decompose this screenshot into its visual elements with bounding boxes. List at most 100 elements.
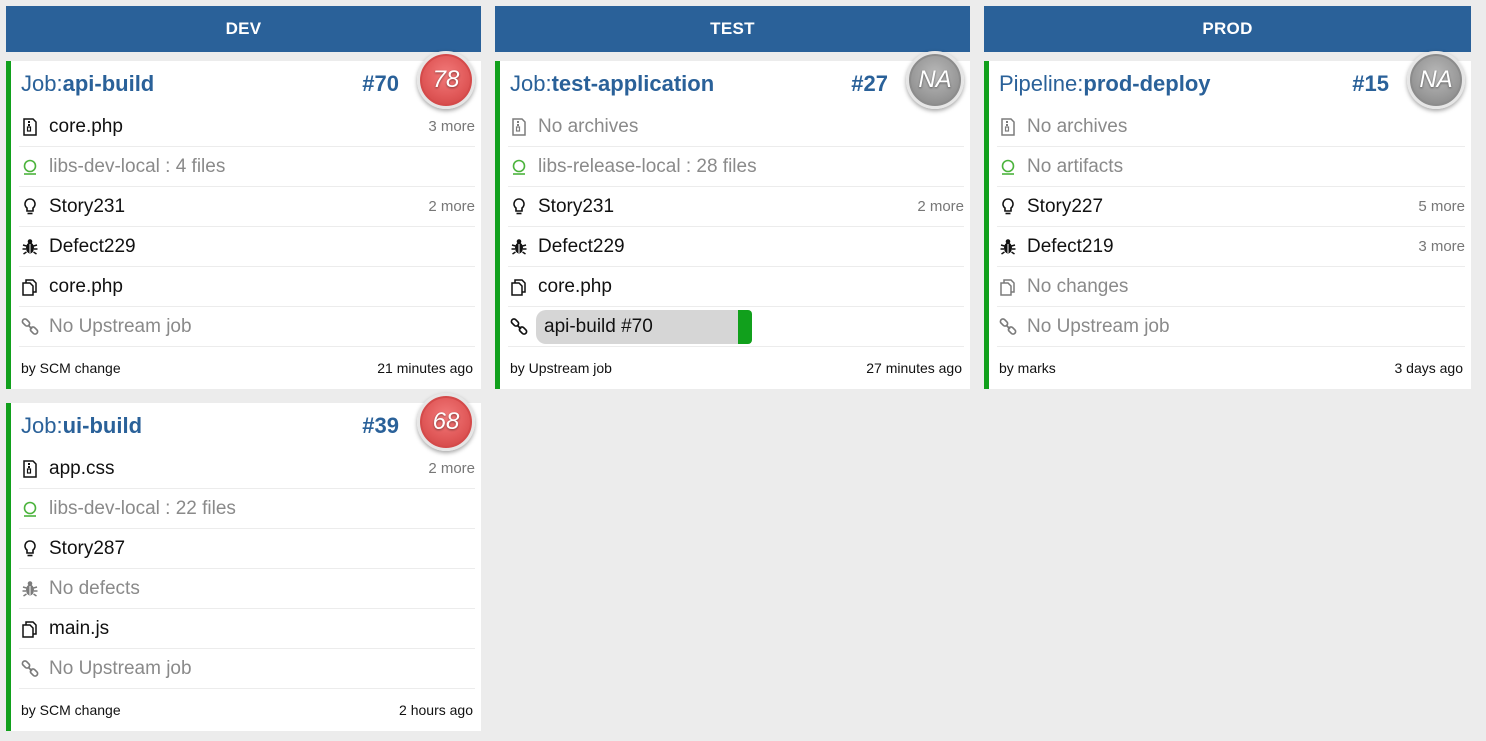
row-text: libs-release-local : 28 files <box>538 155 757 177</box>
build-time: 2 hours ago <box>399 702 473 718</box>
build-time: 21 minutes ago <box>377 360 473 376</box>
build-time: 27 minutes ago <box>866 360 962 376</box>
row-text: Story287 <box>49 537 126 559</box>
trigger-cause: by marks <box>999 360 1056 376</box>
archive-icon <box>19 458 41 480</box>
lightbulb-icon <box>19 538 41 560</box>
row-text: Defect229 <box>49 235 136 257</box>
column-prod: PROD Pipeline:prod-deploy #15 NA No arch… <box>984 6 1471 389</box>
card-footer: by Upstream job 27 minutes ago <box>500 347 970 389</box>
defects-row[interactable]: Defect219 3 more <box>997 227 1465 267</box>
bug-icon <box>19 236 41 258</box>
build-card-ui-build[interactable]: Job:ui-build #39 68 app.css 2 more libs-… <box>6 393 481 731</box>
card-footer: by SCM change 2 hours ago <box>11 689 481 731</box>
more-link[interactable]: 3 more <box>1418 238 1465 255</box>
more-link[interactable]: 2 more <box>428 198 475 215</box>
card-name: api-build <box>62 71 155 96</box>
archives-row[interactable]: app.css 2 more <box>19 449 475 489</box>
trigger-cause: by Upstream job <box>510 360 612 376</box>
stories-row[interactable]: Story287 <box>19 529 475 569</box>
build-number[interactable]: #70 <box>362 71 399 97</box>
quality-score-badge[interactable]: 78 <box>417 51 475 109</box>
column-test: TEST Job:test-application #27 NA No arch… <box>495 6 970 389</box>
artifacts-row[interactable]: libs-release-local : 28 files <box>508 147 964 187</box>
more-link[interactable]: 2 more <box>428 460 475 477</box>
card-header: Job:test-application #27 NA <box>500 51 970 109</box>
defects-row[interactable]: Defect229 <box>19 227 475 267</box>
defects-row: No defects <box>19 569 475 609</box>
artifact-ring-icon <box>508 156 530 178</box>
card-title-link[interactable]: Job:ui-build <box>21 413 142 439</box>
row-text: No Upstream job <box>49 657 192 679</box>
card-kind: Job: <box>21 413 63 438</box>
archive-icon <box>508 116 530 138</box>
archive-icon <box>19 116 41 138</box>
card-footer: by marks 3 days ago <box>989 347 1471 389</box>
column-header-prod: PROD <box>984 6 1471 52</box>
row-text: Story231 <box>49 195 126 217</box>
quality-score-badge[interactable]: 68 <box>417 393 475 451</box>
quality-score-badge[interactable]: NA <box>906 51 964 109</box>
more-link[interactable]: 5 more <box>1418 198 1465 215</box>
row-text: No changes <box>1027 275 1129 297</box>
row-text: main.js <box>49 617 110 639</box>
row-text: No artifacts <box>1027 155 1124 177</box>
bug-icon <box>19 578 41 600</box>
defects-row[interactable]: Defect229 <box>508 227 964 267</box>
changes-row[interactable]: main.js <box>19 609 475 649</box>
lightbulb-icon <box>997 196 1019 218</box>
archive-icon <box>997 116 1019 138</box>
card-title-link[interactable]: Job:api-build <box>21 71 154 97</box>
quality-score-badge[interactable]: NA <box>1407 51 1465 109</box>
row-text: No Upstream job <box>49 315 192 337</box>
row-text: No Upstream job <box>1027 315 1170 337</box>
build-time: 3 days ago <box>1394 360 1464 376</box>
upstream-row: No Upstream job <box>997 307 1465 347</box>
build-number[interactable]: #15 <box>1352 71 1389 97</box>
row-text: Defect219 <box>1027 235 1114 257</box>
artifacts-row[interactable]: libs-dev-local : 22 files <box>19 489 475 529</box>
more-link[interactable]: 2 more <box>917 198 964 215</box>
build-card-test-application[interactable]: Job:test-application #27 NA No archives … <box>495 51 970 389</box>
archives-row[interactable]: core.php 3 more <box>19 107 475 147</box>
build-number[interactable]: #39 <box>362 413 399 439</box>
more-link[interactable]: 3 more <box>428 118 475 135</box>
stories-row[interactable]: Story227 5 more <box>997 187 1465 227</box>
link-icon <box>997 316 1019 338</box>
bug-icon <box>997 236 1019 258</box>
upstream-row: api-build #70 <box>508 307 964 347</box>
lightbulb-icon <box>508 196 530 218</box>
build-card-prod-deploy[interactable]: Pipeline:prod-deploy #15 NA No archives … <box>984 51 1471 389</box>
lightbulb-icon <box>19 196 41 218</box>
artifacts-row: No artifacts <box>997 147 1465 187</box>
stories-row[interactable]: Story231 2 more <box>19 187 475 227</box>
card-header: Job:api-build #70 78 <box>11 51 481 109</box>
card-header: Pipeline:prod-deploy #15 NA <box>989 51 1471 109</box>
upstream-build-pill[interactable]: api-build #70 <box>536 309 752 344</box>
row-text: No defects <box>49 577 140 599</box>
changes-icon <box>997 276 1019 298</box>
changes-icon <box>508 276 530 298</box>
link-icon <box>19 658 41 680</box>
row-text: core.php <box>538 275 612 297</box>
card-title-link[interactable]: Pipeline:prod-deploy <box>999 71 1211 97</box>
row-text: app.css <box>49 457 115 479</box>
changes-row[interactable]: core.php <box>508 267 964 307</box>
build-number[interactable]: #27 <box>851 71 888 97</box>
changes-icon <box>19 618 41 640</box>
column-header-dev: DEV <box>6 6 481 52</box>
artifact-ring-icon <box>19 498 41 520</box>
changes-row[interactable]: core.php <box>19 267 475 307</box>
trigger-cause: by SCM change <box>21 360 121 376</box>
artifact-ring-icon <box>997 156 1019 178</box>
card-title-link[interactable]: Job:test-application <box>510 71 714 97</box>
build-card-api-build[interactable]: Job:api-build #70 78 core.php 3 more lib… <box>6 51 481 389</box>
bug-icon <box>508 236 530 258</box>
stories-row[interactable]: Story231 2 more <box>508 187 964 227</box>
row-text: Story231 <box>538 195 615 217</box>
row-text: libs-dev-local : 4 files <box>49 155 226 177</box>
upstream-row: No Upstream job <box>19 307 475 347</box>
archives-row: No archives <box>997 107 1465 147</box>
row-text: core.php <box>49 275 123 297</box>
artifacts-row[interactable]: libs-dev-local : 4 files <box>19 147 475 187</box>
